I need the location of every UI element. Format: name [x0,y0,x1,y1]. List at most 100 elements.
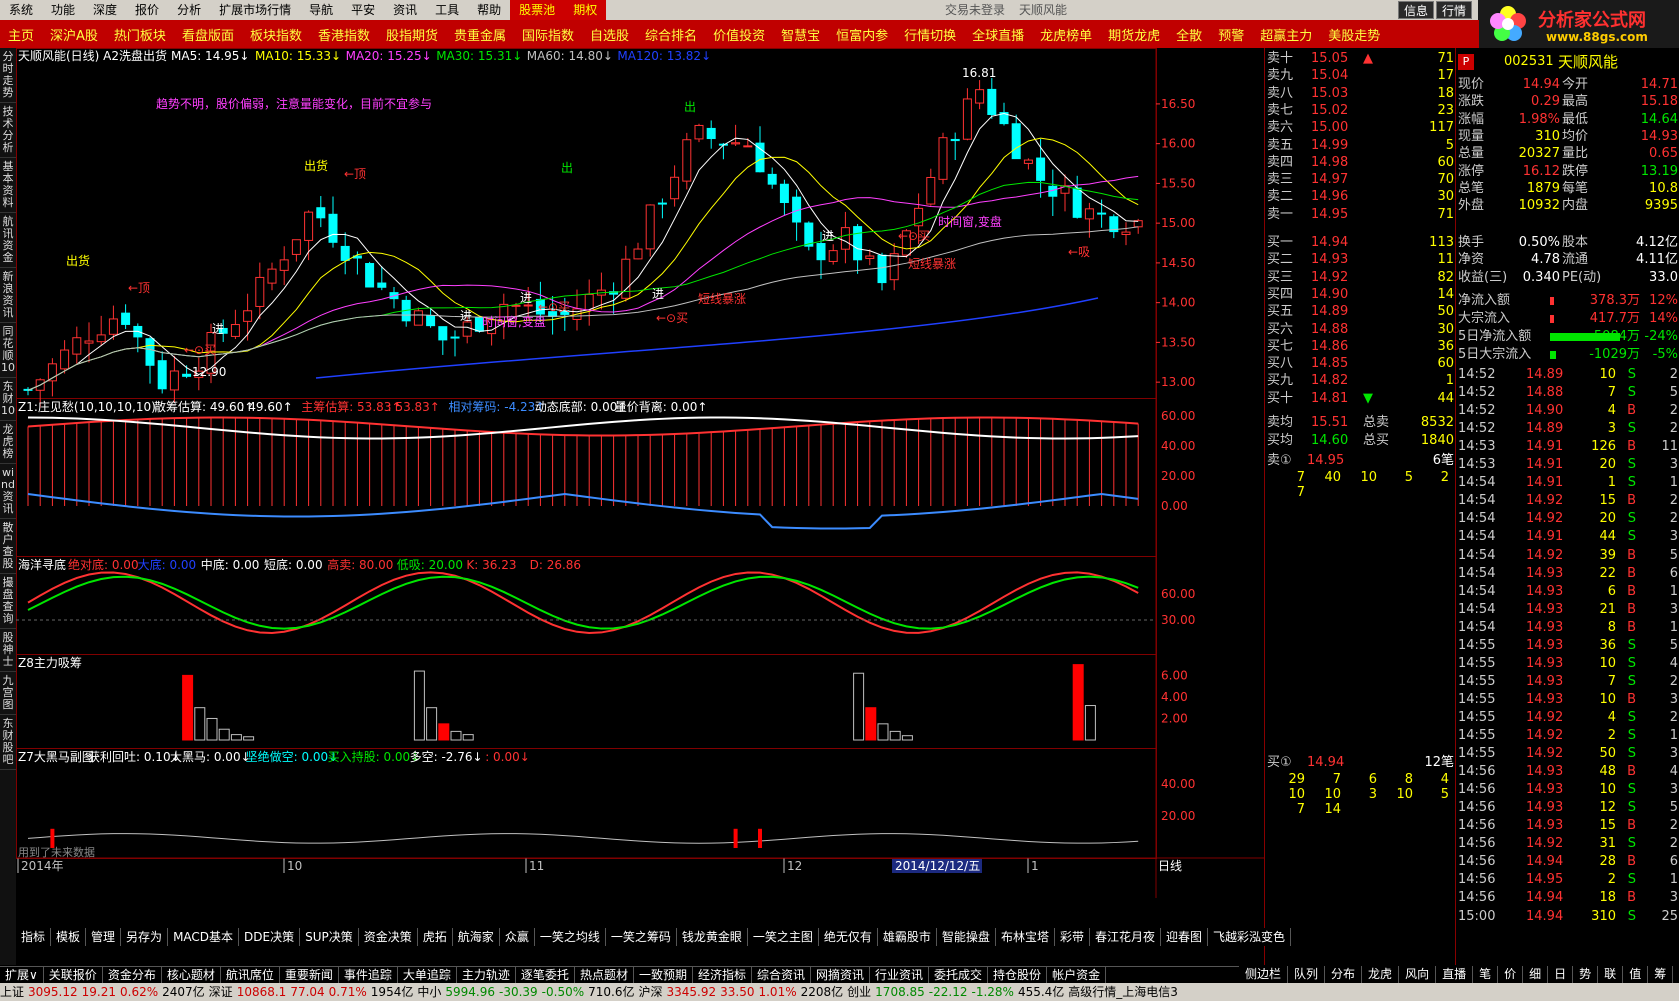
vertical-tab[interactable]: 九宫图 [0,672,16,715]
toolbar-item[interactable]: 综合排名 [637,25,705,44]
right-tab[interactable]: 笔 [1473,966,1499,983]
nav-tab[interactable]: 帐户资金 [1047,967,1107,983]
vertical-tab[interactable]: 东财10 [0,378,16,421]
right-tab[interactable]: 分布 [1325,966,1363,983]
menu-item[interactable]: 分析 [168,0,210,20]
nav-tab[interactable]: 委托成交 [929,967,989,983]
toolbar-item[interactable]: 全球直播 [964,25,1032,44]
nav-tab[interactable]: 大单追踪 [398,967,457,983]
indicator-tab[interactable]: SUP决策 [300,928,359,946]
vertical-tab[interactable]: 股神士 [0,629,16,672]
right-tab[interactable]: 价 [1498,966,1524,983]
nav-tab[interactable]: 热点题材 [575,967,634,983]
vertical-tab[interactable]: 撮盘查询 [0,574,16,629]
right-tab[interactable]: 联 [1598,966,1624,983]
menu-item[interactable]: 深度 [84,0,126,20]
toolbar-item[interactable]: 龙虎榜单 [1032,25,1100,44]
indicator-tab[interactable]: 布林宝塔 [996,928,1055,946]
toolbar-item[interactable]: 智慧宝 [773,25,828,44]
indicator-tab[interactable]: 一笑之均线 [535,928,606,946]
indicator-tab[interactable]: 航海家 [453,928,500,946]
vertical-tab[interactable]: 航讯资金 [0,213,16,268]
indicator-tab[interactable]: 一笑之主图 [748,928,819,946]
nav-tab[interactable]: 综合资讯 [752,967,811,983]
indicator-tab[interactable]: 另存为 [121,928,169,946]
indicator-tab[interactable]: 虎拓 [418,928,453,946]
right-tab[interactable]: 日 [1548,966,1574,983]
nav-tab[interactable]: 重要新闻 [280,967,339,983]
indicator-tab[interactable]: 管理 [86,928,122,946]
menu-item[interactable]: 工具 [426,0,468,20]
indicator-tab[interactable]: 飞越彩泓变色 [1208,928,1292,946]
vertical-tab[interactable]: 散户查股 [0,519,16,574]
nav-tab[interactable]: 持仓股份 [988,967,1048,983]
indicator-tab[interactable]: MACD基本 [168,928,240,946]
vertical-tab[interactable]: 技术分析 [0,103,16,158]
toolbar-item[interactable]: 恒富内参 [828,25,896,44]
right-tab[interactable]: 势 [1573,966,1599,983]
menu-right-button[interactable]: 信息 [1398,1,1435,19]
menu-item-red[interactable]: 股票池 [510,0,565,20]
toolbar-item[interactable]: 期货龙虎 [1100,25,1168,44]
nav-tab[interactable]: 航讯席位 [221,967,280,983]
toolbar-item[interactable]: 国际指数 [514,25,582,44]
toolbar-item[interactable]: 自选股 [582,25,637,44]
right-tab[interactable]: 队列 [1288,966,1326,983]
right-tab[interactable]: 细 [1523,966,1549,983]
vertical-tab[interactable]: wind资讯 [0,464,16,519]
menu-item[interactable]: 报价 [126,0,168,20]
toolbar-item[interactable]: 全散 [1168,25,1210,44]
toolbar-item[interactable]: 贵重金属 [446,25,514,44]
toolbar-item[interactable]: 深沪A股 [42,25,106,44]
menu-item[interactable]: 功能 [42,0,84,20]
nav-tab[interactable]: 资金分布 [103,967,162,983]
toolbar-item[interactable]: 股指期货 [378,25,446,44]
indicator-tab[interactable]: 资金决策 [359,928,418,946]
indicator-tab[interactable]: 雄霸股市 [878,928,937,946]
nav-tab[interactable]: 网摘资讯 [811,967,871,983]
stock-chart[interactable]: 天顺风能(日线) A2洗盘出货 MA5: 14.95↓ MA10: 15.33↓ MA… [16,48,1264,928]
toolbar-item[interactable]: 主页 [0,25,42,44]
menu-right-button[interactable]: 行情 [1436,1,1473,19]
toolbar-item[interactable]: 超赢主力 [1252,25,1320,44]
toolbar-item[interactable]: 板块指数 [242,25,310,44]
indicator-tab[interactable]: 智能操盘 [937,928,996,946]
indicator-tab[interactable]: 一笑之筹码 [606,928,677,946]
menu-item-red[interactable]: 期权 [564,0,607,20]
vertical-tab[interactable]: 基本资料 [0,158,16,213]
indicator-tab[interactable]: 绝无仅有 [819,928,878,946]
menu-item[interactable]: 系统 [0,0,42,20]
indicator-tab[interactable]: 春江花月夜 [1090,928,1161,946]
vertical-tab[interactable]: 龙虎榜 [0,421,16,464]
toolbar-item[interactable]: 美股走势 [1320,25,1388,44]
indicator-tab[interactable]: DDE决策 [239,928,301,946]
toolbar-item[interactable]: 香港指数 [310,25,378,44]
indicator-tab[interactable]: 钱龙黄金眼 [677,928,748,946]
right-tab[interactable]: 值 [1623,966,1649,983]
right-tab[interactable]: 筹 [1648,966,1674,983]
toolbar-item[interactable]: 热门板块 [106,25,174,44]
vertical-tab[interactable]: 同花顺10 [0,323,16,378]
nav-tab[interactable]: 一致预期 [634,967,693,983]
indicator-tab[interactable]: 众赢 [500,928,535,946]
vertical-tab[interactable]: 新浪资讯 [0,268,16,323]
nav-tab[interactable]: 行业资讯 [870,967,930,983]
nav-tab[interactable]: 扩展∨ [0,967,44,983]
indicator-tab[interactable]: 迎春图 [1161,928,1208,946]
menu-item[interactable]: 帮助 [468,0,510,20]
nav-tab[interactable]: 事件追踪 [339,967,398,983]
vertical-tab[interactable]: 东财股吧 [0,715,16,770]
menu-item[interactable]: 扩展市场行情 [210,0,300,20]
right-tab[interactable]: 风向 [1399,966,1437,983]
nav-tab[interactable]: 关联报价 [44,967,103,983]
toolbar-item[interactable]: 价值投资 [705,25,773,44]
right-tab[interactable]: 龙虎 [1362,966,1400,983]
menu-item[interactable]: 导航 [300,0,342,20]
nav-tab[interactable]: 逐笔委托 [516,967,575,983]
indicator-tab[interactable]: 指标 [16,928,52,946]
toolbar-item[interactable]: 预警 [1210,25,1252,44]
nav-tab[interactable]: 核心题材 [162,967,221,983]
indicator-tab[interactable]: 彩带 [1055,928,1090,946]
toolbar-item[interactable]: 行情切换 [896,25,964,44]
right-tab[interactable]: 直播 [1436,966,1474,983]
